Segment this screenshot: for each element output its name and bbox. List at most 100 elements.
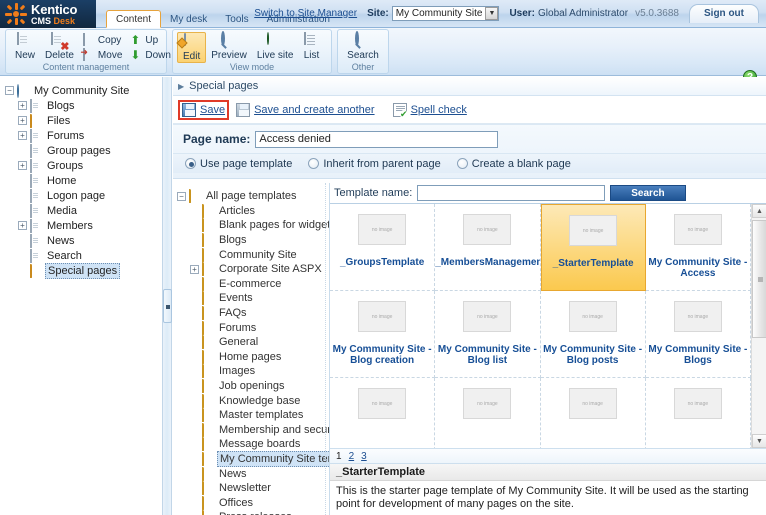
panel-splitter[interactable]	[163, 77, 172, 515]
tpl-node-images[interactable]: Images	[177, 364, 329, 379]
radio-inherit-from-parent-page[interactable]: Inherit from parent page	[308, 158, 441, 170]
expand-icon[interactable]: +	[190, 264, 199, 274]
tpl-node-home-pages[interactable]: Home pages	[177, 349, 329, 365]
tpl-node-blank-pages-for-widgets[interactable]: Blank pages for widgets	[177, 218, 329, 233]
tree-node-groups[interactable]: + Groups	[5, 158, 162, 173]
edit-button[interactable]: Edit	[175, 32, 207, 63]
tpl-node-e-commerce[interactable]: E-commerce	[177, 276, 329, 292]
document-icon	[30, 218, 43, 233]
tpl-node-news[interactable]: News	[177, 466, 329, 481]
preview-button[interactable]: Preview	[206, 31, 252, 63]
sign-out-button[interactable]: Sign out	[689, 3, 759, 23]
tab-my-desk[interactable]: My desk	[161, 12, 216, 28]
page-3[interactable]: 3	[361, 451, 367, 462]
tpl-node-message-boards[interactable]: Message boards	[177, 437, 329, 452]
tab-tools[interactable]: Tools	[216, 12, 257, 28]
new-button[interactable]: New	[10, 32, 40, 63]
scrollbar-thumb[interactable]	[752, 220, 766, 338]
tree-node-label: Home	[47, 174, 77, 187]
expand-icon[interactable]: +	[18, 161, 27, 170]
tpl-node-general[interactable]: General	[177, 335, 329, 350]
template-card-startertemplate[interactable]: no image _StarterTemplate	[540, 204, 646, 291]
tpl-node-job-openings[interactable]: Job openings	[177, 379, 329, 394]
template-card[interactable]: no image	[435, 378, 541, 448]
expand-icon[interactable]: +	[18, 131, 27, 140]
tree-node-label: Forums	[47, 129, 85, 142]
tpl-node-faqs[interactable]: FAQs	[177, 306, 329, 321]
tpl-node-community-site[interactable]: Community Site	[177, 247, 329, 262]
template-card-my-community-site-access[interactable]: no image My Community Site - Access	[645, 204, 751, 291]
tpl-node-my-community-site-templates[interactable]: My Community Site templates	[177, 450, 329, 467]
switch-to-site-manager-link[interactable]: Switch to Site Manager	[254, 8, 357, 19]
template-thumbnail: no image	[358, 301, 407, 332]
template-tree-scrollbar[interactable]	[325, 183, 329, 515]
page-name-input[interactable]	[255, 130, 499, 148]
tree-node-my-community-site[interactable]: − My Community Site	[5, 83, 162, 98]
live-site-button[interactable]: Live site	[252, 32, 299, 63]
delete-button[interactable]: ✖ Delete	[40, 32, 79, 63]
template-grid-scrollbar[interactable]: ▲ ▼	[751, 204, 766, 448]
template-card-label: My Community Site - Blogs	[648, 344, 748, 366]
tpl-node-corporate-site-aspx[interactable]: + Corporate Site ASPX	[177, 262, 329, 277]
template-card-membersmanagement[interactable]: no image _MembersManagemen	[435, 204, 541, 291]
tree-node-media[interactable]: Media	[5, 203, 162, 218]
tpl-node-blogs[interactable]: Blogs	[177, 233, 329, 248]
tree-node-logon-page[interactable]: Logon page	[5, 188, 162, 203]
expand-icon[interactable]: +	[18, 116, 27, 125]
page-1[interactable]: 1	[336, 451, 342, 462]
save-and-create-another-button[interactable]: Save and create another	[232, 100, 378, 120]
spell-check-button[interactable]: Spell check	[389, 100, 471, 120]
template-card-my-community-site-blog-list[interactable]: no image My Community Site - Blog list	[435, 291, 541, 378]
template-card[interactable]: no image	[646, 378, 751, 448]
template-card[interactable]: no image	[330, 378, 436, 448]
tpl-node-articles[interactable]: Articles	[177, 203, 329, 219]
tree-node-search[interactable]: Search	[5, 248, 162, 263]
tpl-node-offices[interactable]: Offices	[177, 495, 329, 510]
template-name-input[interactable]	[417, 185, 606, 201]
tree-node-blogs[interactable]: + Blogs	[5, 98, 162, 113]
tpl-node-master-templates[interactable]: Master templates	[177, 408, 329, 423]
tree-node-forums[interactable]: + Forums	[5, 128, 162, 143]
radio-create-blank-page[interactable]: Create a blank page	[456, 157, 571, 170]
save-button[interactable]: Save	[178, 99, 230, 120]
up-button[interactable]: ⬆ Up	[126, 33, 175, 48]
tree-node-files[interactable]: + Files	[5, 113, 162, 128]
template-card-groupstemplate[interactable]: no image _GroupsTemplate	[330, 204, 436, 291]
copy-button[interactable]: Copy	[79, 32, 126, 48]
splitter-grip[interactable]	[163, 289, 172, 323]
tree-node-members[interactable]: + Members	[5, 218, 162, 233]
tpl-node-all-page-templates[interactable]: − All page templates	[177, 189, 329, 204]
expand-icon[interactable]: +	[18, 221, 27, 230]
template-card-my-community-site-blog-creation[interactable]: no image My Community Site - Blog creati…	[330, 291, 436, 378]
page-2[interactable]: 2	[349, 451, 355, 462]
tree-node-news[interactable]: News	[5, 233, 162, 248]
search-button[interactable]: Search	[342, 31, 384, 63]
move-button[interactable]: Move	[79, 47, 126, 63]
template-search-button[interactable]: Search	[610, 185, 686, 201]
site-select[interactable]: My Community Site ▼	[391, 5, 500, 21]
tpl-node-newsletter[interactable]: Newsletter	[177, 481, 329, 496]
tpl-node-forums[interactable]: Forums	[177, 320, 329, 335]
collapse-icon[interactable]: −	[177, 191, 186, 201]
scroll-down-arrow-icon[interactable]: ▼	[752, 434, 766, 448]
tpl-node-press-releases[interactable]: Press releases	[177, 510, 329, 515]
template-card-my-community-site-blog-posts[interactable]: no image My Community Site - Blog posts	[540, 291, 646, 378]
down-button[interactable]: ⬇ Down	[126, 48, 175, 63]
tpl-node-knowledge-base[interactable]: Knowledge base	[177, 393, 329, 408]
tree-node-group-pages[interactable]: Group pages	[5, 143, 162, 158]
list-button[interactable]: List	[299, 32, 325, 63]
collapse-icon[interactable]: −	[5, 86, 14, 95]
template-card[interactable]: no image	[541, 378, 646, 448]
expand-icon[interactable]: +	[18, 101, 27, 110]
tpl-node-membership-and-security[interactable]: Membership and security	[177, 422, 329, 438]
tree-node-home[interactable]: Home	[5, 173, 162, 188]
tpl-node-events[interactable]: Events	[177, 291, 329, 306]
tab-content[interactable]: Content	[106, 10, 162, 28]
radio-blank-label: Create a blank page	[471, 157, 571, 170]
template-card-my-community-site-blogs[interactable]: no image My Community Site - Blogs	[645, 291, 751, 378]
radio-use-page-template[interactable]: Use page template	[185, 158, 292, 170]
scroll-up-arrow-icon[interactable]: ▲	[752, 204, 766, 218]
tree-node-special-pages[interactable]: Special pages	[5, 262, 162, 279]
